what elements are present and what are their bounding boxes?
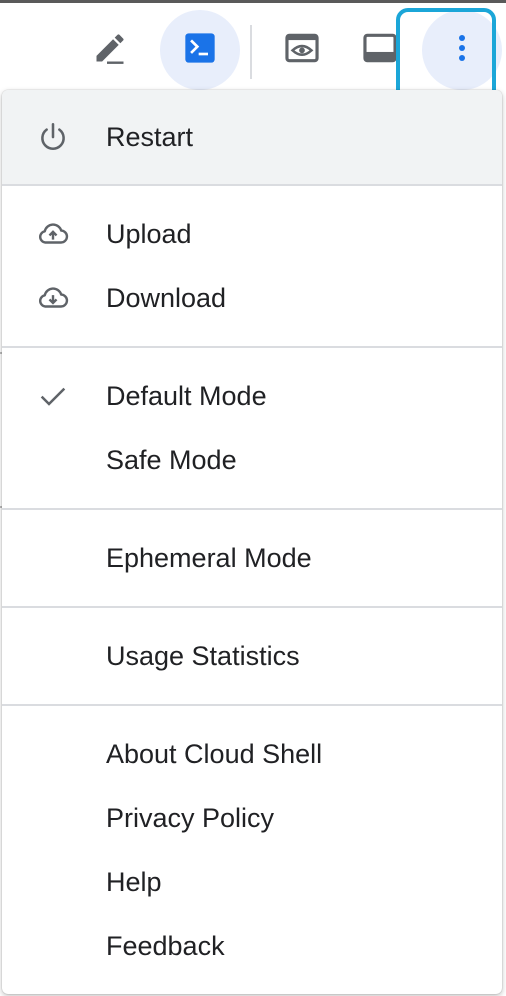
web-preview-icon — [283, 29, 321, 72]
terminal-icon — [184, 32, 216, 69]
power-icon — [34, 118, 72, 156]
pencil-icon — [92, 30, 128, 71]
menu-item-label: Feedback — [106, 931, 225, 961]
menu-item-label: Privacy Policy — [106, 803, 275, 833]
menu-item-about-cloud-shell[interactable]: About Cloud Shell — [2, 722, 502, 786]
menu-item-help[interactable]: Help — [2, 850, 502, 914]
menu-divider — [2, 606, 502, 608]
menu-item-upload[interactable]: Upload — [2, 202, 502, 266]
menu-item-label: Safe Mode — [106, 445, 237, 475]
menu-divider — [2, 508, 502, 510]
cloud-upload-icon — [34, 215, 72, 253]
menu-item-default-mode[interactable]: Default Mode — [2, 364, 502, 428]
menu-divider — [2, 346, 502, 348]
more-options-menu: Restart Upload Download Default Mode Saf… — [2, 90, 502, 994]
cloud-download-icon — [34, 279, 72, 317]
menu-item-label: Download — [106, 283, 227, 313]
panel-layout-icon — [361, 29, 399, 72]
web-preview-button[interactable] — [262, 10, 342, 90]
check-icon — [34, 377, 72, 415]
menu-item-ephemeral-mode[interactable]: Ephemeral Mode — [2, 526, 502, 590]
menu-item-label: About Cloud Shell — [106, 739, 323, 769]
menu-item-label: Help — [106, 867, 162, 897]
menu-item-label: Default Mode — [106, 381, 267, 411]
menu-item-feedback[interactable]: Feedback — [2, 914, 502, 978]
menu-item-label: Upload — [106, 219, 192, 249]
menu-item-download[interactable]: Download — [2, 266, 502, 330]
toolbar-divider — [250, 25, 252, 79]
open-editor-button[interactable] — [70, 10, 150, 90]
menu-item-label: Ephemeral Mode — [106, 543, 312, 573]
menu-item-usage-statistics[interactable]: Usage Statistics — [2, 624, 502, 688]
menu-item-safe-mode[interactable]: Safe Mode — [2, 428, 502, 492]
menu-item-label: Usage Statistics — [106, 641, 300, 671]
menu-item-privacy-policy[interactable]: Privacy Policy — [2, 786, 502, 850]
menu-divider — [2, 184, 502, 186]
menu-item-restart[interactable]: Restart — [2, 90, 502, 184]
menu-item-label: Restart — [106, 122, 194, 152]
terminal-button[interactable] — [160, 10, 240, 90]
menu-divider — [2, 704, 502, 706]
